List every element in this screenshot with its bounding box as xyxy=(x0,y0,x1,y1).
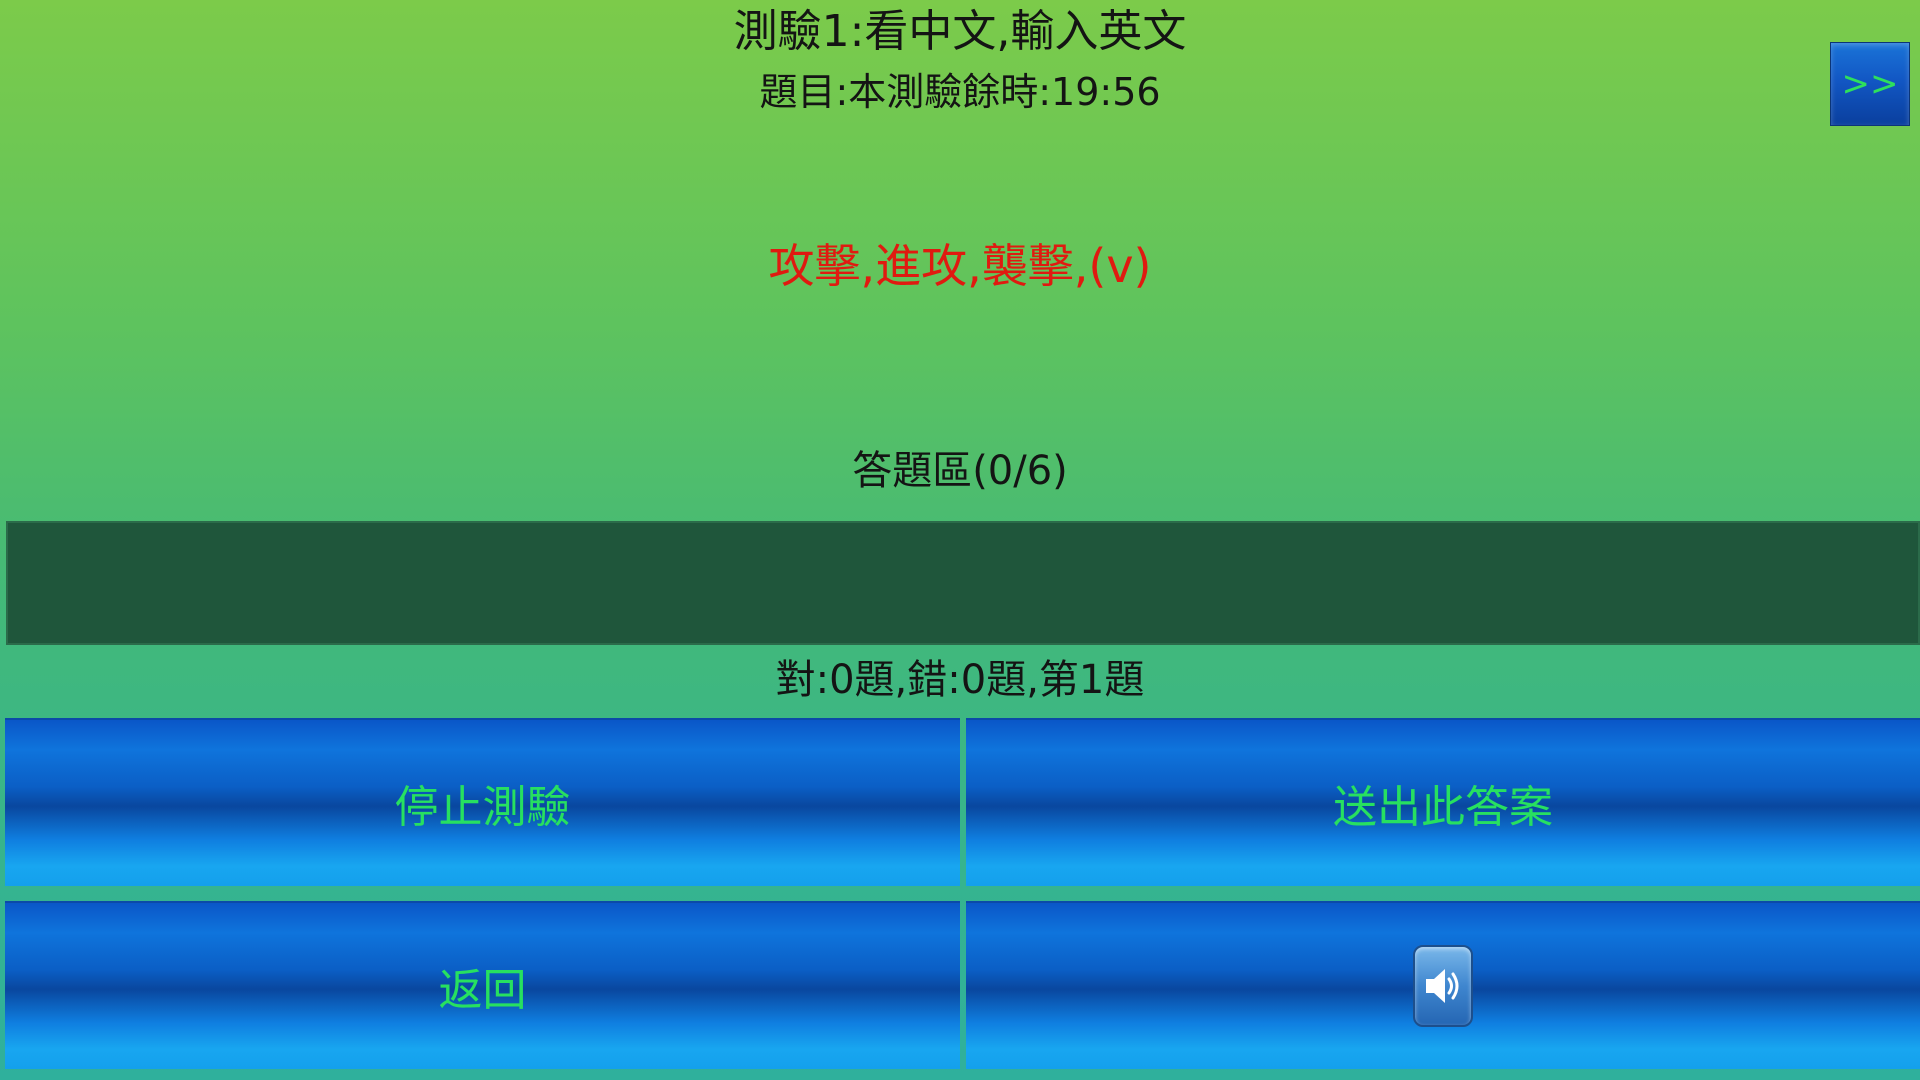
submit-answer-label: 送出此答案 xyxy=(1333,782,1553,833)
next-button[interactable]: >> xyxy=(1830,42,1910,126)
timer-text: 題目:本測驗餘時:19:56 xyxy=(759,70,1161,114)
speaker-icon xyxy=(1413,945,1473,1027)
play-sound-button[interactable] xyxy=(966,901,1920,1069)
stop-quiz-button[interactable]: 停止測驗 xyxy=(5,718,960,886)
answer-area-label: 答題區(0/6) xyxy=(852,448,1068,494)
stop-quiz-label: 停止測驗 xyxy=(394,782,571,833)
back-button[interactable]: 返回 xyxy=(5,901,960,1069)
answer-input[interactable] xyxy=(6,521,1920,645)
back-label: 返回 xyxy=(438,965,527,1016)
submit-answer-button[interactable]: 送出此答案 xyxy=(966,718,1920,886)
quiz-title: 測驗1:看中文,輸入英文 xyxy=(733,6,1187,57)
question-text: 攻擊,進攻,襲擊,(v) xyxy=(768,239,1152,293)
score-status: 對:0題,錯:0題,第1題 xyxy=(775,657,1145,703)
